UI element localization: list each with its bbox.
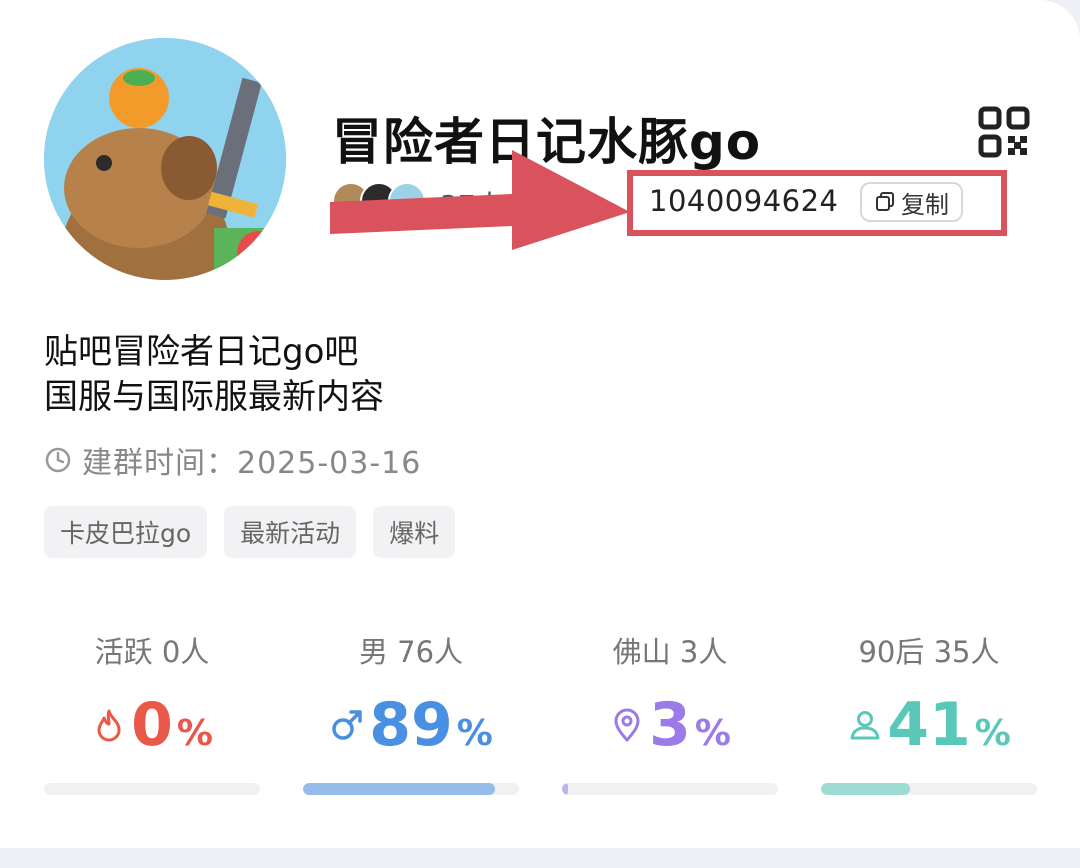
stat-number: 0 xyxy=(131,690,173,760)
location-pin-icon xyxy=(614,708,640,742)
tag-chip[interactable]: 卡皮巴拉go xyxy=(44,506,208,558)
stat-label: 活跃 0人 xyxy=(94,635,210,669)
stat-location[interactable]: 佛山 3人 3 % xyxy=(562,625,778,805)
stat-progress-track xyxy=(44,783,260,795)
annotation-arrow xyxy=(330,150,630,250)
tag-chip[interactable]: 最新活动 xyxy=(224,506,357,558)
stat-label: 男 76人 xyxy=(358,635,464,669)
stat-active[interactable]: 活跃 0人 0 % xyxy=(44,625,260,805)
stat-number: 89 xyxy=(369,690,453,760)
stat-progress-fill xyxy=(303,783,496,795)
stat-progress-track xyxy=(562,783,778,795)
stat-label: 佛山 3人 xyxy=(612,635,728,669)
stat-number: 3 xyxy=(649,690,691,760)
stat-progress-track xyxy=(303,783,519,795)
stat-unit: % xyxy=(176,713,213,754)
member-stats: 活跃 0人 0 % 男 76人 89 % 佛山 3人 3 % 90后 35人 4… xyxy=(44,625,1038,805)
group-description: 贴吧冒险者日记go吧 国服与国际服最新内容 xyxy=(44,330,384,420)
person-icon xyxy=(850,711,880,740)
male-icon xyxy=(332,710,362,740)
stat-progress-fill xyxy=(821,783,910,795)
stat-progress-fill xyxy=(562,783,569,795)
created-date-text: 建群时间：2025-03-16 xyxy=(82,446,422,481)
copy-id-button[interactable]: 复制 xyxy=(860,182,963,222)
stat-number: 41 xyxy=(887,690,971,760)
clock-icon xyxy=(45,447,71,473)
stat-unit: % xyxy=(974,713,1011,754)
stat-unit: % xyxy=(694,713,731,754)
copy-button-label: 复制 xyxy=(901,190,949,219)
description-line: 贴吧冒险者日记go吧 xyxy=(44,332,359,372)
copy-icon xyxy=(876,192,894,211)
stat-unit: % xyxy=(456,713,493,754)
group-avatar[interactable] xyxy=(44,38,286,280)
bottom-background xyxy=(0,848,1080,868)
stat-progress-track xyxy=(821,783,1037,795)
qr-code-icon[interactable] xyxy=(978,106,1030,158)
tag-list: 卡皮巴拉go 最新活动 爆料 xyxy=(44,506,456,558)
description-line: 国服与国际服最新内容 xyxy=(44,377,384,417)
stat-label: 90后 35人 xyxy=(858,635,1000,669)
stat-value: 41 % xyxy=(821,689,1037,761)
created-date-row: 建群时间：2025-03-16 xyxy=(44,440,422,481)
group-id: 1040094624 xyxy=(649,184,839,218)
flame-icon xyxy=(97,709,121,742)
stat-value: 3 % xyxy=(562,689,778,761)
tag-chip[interactable]: 爆料 xyxy=(373,506,456,558)
stat-gender[interactable]: 男 76人 89 % xyxy=(303,625,519,805)
stat-age[interactable]: 90后 35人 41 % xyxy=(821,625,1037,805)
stat-value: 89 % xyxy=(303,689,519,761)
stat-value: 0 % xyxy=(44,689,260,761)
group-info-card: 冒险者日记水豚go 37人 1040094624 复制 贴吧冒险者日记go吧 xyxy=(0,0,1080,848)
